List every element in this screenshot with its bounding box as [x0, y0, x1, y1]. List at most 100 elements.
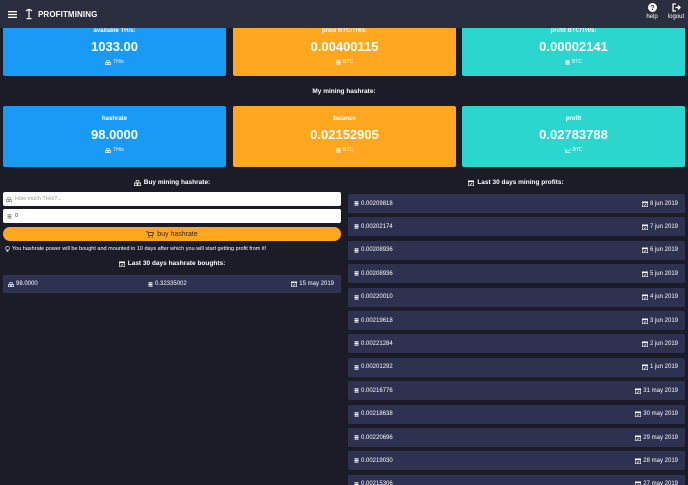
coins-icon — [354, 248, 359, 253]
calendar-icon — [641, 247, 648, 254]
profit-row: 0.00218638 30 may 2019 — [348, 404, 685, 424]
my-hashrate-label: hashrate — [101, 116, 127, 122]
profit-btc: 0.00221284 — [361, 340, 393, 347]
profit-date: 5 jun 2019 — [649, 270, 678, 277]
price-unit: BTC — [233, 59, 456, 65]
profit-date: 30 may 2019 — [643, 411, 678, 418]
profit-btc: 0.00220010 — [361, 294, 393, 301]
calendar-icon — [641, 318, 648, 324]
bought-date: 15 may 2019 — [299, 281, 334, 287]
profit-date: 3 jun 2019 — [649, 317, 678, 324]
profit-btc: 0.00202174 — [361, 223, 393, 230]
profit-row: 0.00208936 6 jun 2019 — [348, 240, 685, 260]
buy-hashrate-button[interactable]: buy hashrate — [3, 227, 341, 241]
profit-date: 1 jun 2019 — [649, 364, 678, 371]
profit-date: 29 may 2019 — [643, 434, 678, 441]
svg-text:?: ? — [650, 5, 654, 12]
coins-icon — [354, 411, 359, 417]
calendar-icon — [291, 281, 298, 287]
coins-icon — [336, 147, 341, 153]
available-ths-unit: TH/s — [3, 59, 226, 65]
profit-row: 0.00208936 5 jun 2019 — [348, 264, 685, 284]
cubes-icon — [105, 147, 112, 153]
calendar-icon — [635, 458, 642, 464]
lightbulb-icon — [5, 246, 10, 252]
coins-icon — [354, 294, 359, 300]
profit-row: 0.00220696 29 may 2019 — [348, 428, 685, 447]
profit-row: 0.00201292 1 jun 2019 — [348, 357, 685, 377]
help-button[interactable]: ? help — [642, 3, 662, 21]
calendar-icon — [641, 271, 648, 277]
question-circle-icon: ? — [647, 3, 657, 12]
hamburger-menu-button[interactable] — [3, 0, 21, 28]
cubes-icon — [8, 281, 14, 287]
logout-label: logout — [667, 14, 685, 20]
buy-info-note: You hashrate power will be bought and mo… — [5, 246, 266, 252]
profit-date: 4 jun 2019 — [649, 294, 678, 301]
profit-row: 0.00209818 8 jun 2019 — [348, 194, 685, 213]
profit-date: 2 jun 2019 — [649, 340, 678, 347]
brand[interactable]: PROFITMINING — [24, 8, 97, 20]
coins-icon — [354, 435, 359, 440]
profit-btc: 0.00208936 — [361, 247, 393, 254]
profit-date: 27 may 2019 — [643, 481, 678, 485]
profit-date: 6 jun 2019 — [649, 247, 678, 254]
profit-rate-value: 0.00002141 — [539, 39, 608, 54]
profit-btc: 0.00209818 — [361, 200, 393, 207]
calendar-icon — [641, 201, 648, 207]
my-hashrate-title: My mining hashrate: — [312, 88, 376, 95]
btc-amount-input[interactable] — [15, 210, 315, 222]
profit-date: 28 may 2019 — [643, 457, 678, 464]
bought-row: 98.0000 0.32335002 15 may 2019 — [3, 275, 341, 293]
my-hashrate-value: 98.0000 — [91, 127, 138, 142]
my-balance-unit: BTC — [233, 147, 456, 153]
profit-date: 31 may 2019 — [643, 387, 678, 394]
bought-btc: 0.32335002 — [155, 281, 187, 287]
ths-amount-input[interactable] — [15, 193, 315, 205]
logout-button[interactable]: logout — [666, 3, 686, 21]
coins-icon — [354, 365, 359, 370]
profit-row: 0.00202174 7 jun 2019 — [348, 217, 685, 237]
coins-icon — [354, 458, 359, 463]
my-balance-value: 0.02152905 — [310, 127, 379, 142]
my-balance-card: balance 0.02152905 BTC — [233, 106, 456, 167]
calendar-icon — [641, 341, 648, 347]
profit-btc: 0.00219618 — [361, 317, 393, 324]
coins-icon — [7, 213, 11, 219]
profit-row: 0.00216776 31 may 2019 — [348, 381, 685, 401]
calendar-icon — [635, 388, 642, 394]
bought-hashrate: 98.0000 — [16, 281, 38, 287]
sign-out-icon — [671, 3, 681, 12]
profit-date: 8 jun 2019 — [649, 200, 678, 207]
coins-icon — [354, 341, 359, 346]
profit-btc: 0.00218638 — [361, 411, 393, 418]
line-chart-icon — [564, 147, 571, 153]
my-profit-label: profit — [565, 116, 582, 122]
profit-btc: 0.00219030 — [361, 457, 393, 464]
calendar-icon — [118, 261, 125, 267]
cubes-icon — [105, 59, 112, 65]
my-profit-value: 0.02783788 — [539, 127, 608, 142]
profit-row: 0.00220010 4 jun 2019 — [348, 287, 685, 307]
cubes-icon — [133, 179, 141, 186]
profit-btc: 0.00216776 — [361, 387, 393, 394]
top-bar: PROFITMINING ? help logout — [0, 0, 688, 28]
calendar-icon — [641, 224, 648, 230]
coins-icon — [148, 281, 153, 287]
calendar-icon — [635, 481, 642, 485]
calendar-icon — [641, 294, 648, 301]
profits-title: Last 30 days mining profits: — [344, 179, 688, 186]
profit-btc: 0.00201292 — [361, 364, 393, 371]
profit-btc: 0.00208936 — [361, 270, 393, 277]
cubes-icon — [6, 196, 12, 202]
coins-icon — [354, 271, 359, 276]
available-ths-value: 1033.00 — [91, 39, 138, 54]
coins-icon — [336, 59, 341, 65]
calendar-icon — [635, 411, 642, 418]
coins-icon — [354, 224, 359, 229]
pickaxe-icon — [25, 8, 33, 20]
btc-input-group — [3, 209, 341, 223]
profit-btc: 0.00220696 — [361, 434, 393, 441]
boughts-title: Last 30 days hashrate boughts: — [0, 260, 344, 267]
coins-icon — [354, 201, 359, 206]
